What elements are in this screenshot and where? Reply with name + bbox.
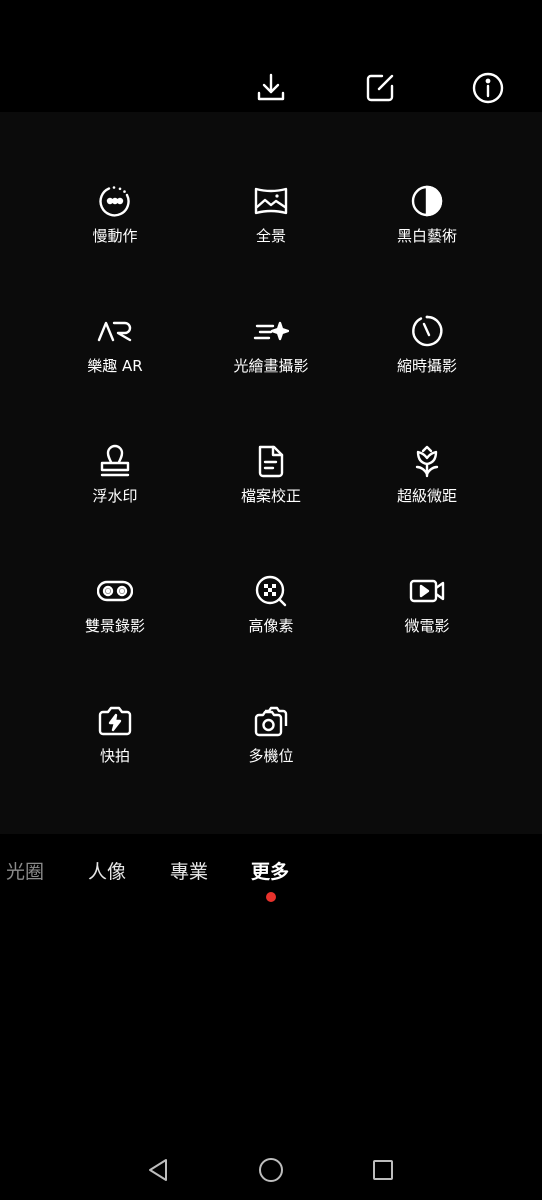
- mode-watermark[interactable]: 浮水印: [37, 442, 193, 542]
- mode-label: 雙景錄影: [84, 617, 145, 635]
- edit-icon: [366, 74, 394, 102]
- dual-view-icon: [96, 572, 134, 610]
- top-toolbar: [0, 0, 542, 112]
- edit-button[interactable]: [360, 68, 400, 108]
- mode-label: 黑白藝術: [396, 227, 457, 245]
- mode-monochrome[interactable]: 黑白藝術: [349, 182, 505, 282]
- download-icon: [257, 73, 285, 101]
- camera-mode-tabs: 光圈 人像 專業 更多: [0, 834, 542, 924]
- back-button[interactable]: [142, 1154, 174, 1186]
- home-circle-icon: [259, 1158, 283, 1182]
- mode-snapshot[interactable]: 快拍: [37, 702, 193, 802]
- time-lapse-icon: [408, 312, 446, 350]
- mode-fun-ar[interactable]: 樂趣 AR: [37, 312, 193, 412]
- tab-pro[interactable]: 專業: [170, 858, 208, 886]
- ar-icon: [96, 312, 134, 350]
- mode-time-lapse[interactable]: 縮時攝影: [349, 312, 505, 412]
- mode-label: 光繪畫攝影: [233, 357, 309, 375]
- mode-high-resolution[interactable]: 高像素: [193, 572, 349, 672]
- mode-multi-camera[interactable]: 多機位: [193, 702, 349, 802]
- slow-motion-icon: [96, 182, 134, 220]
- mode-document-correction[interactable]: 檔案校正: [193, 442, 349, 542]
- tab-portrait[interactable]: 人像: [88, 858, 126, 886]
- watermark-stamp-icon: [96, 442, 134, 480]
- mode-label: 全景: [255, 227, 286, 245]
- multi-camera-icon: [252, 702, 290, 740]
- home-button[interactable]: [255, 1154, 287, 1186]
- recents-square-icon: [373, 1160, 393, 1180]
- high-resolution-icon: [252, 572, 290, 610]
- mode-label: 超級微距: [396, 487, 457, 505]
- mode-label: 高像素: [248, 617, 294, 635]
- super-macro-flower-icon: [408, 442, 446, 480]
- light-painting-icon: [252, 312, 290, 350]
- download-button[interactable]: [251, 68, 291, 108]
- panorama-icon: [252, 182, 290, 220]
- info-icon: [472, 72, 504, 104]
- mode-label: 檔案校正: [240, 487, 301, 505]
- back-triangle-icon: [149, 1159, 167, 1181]
- mode-label: 快拍: [99, 747, 130, 765]
- tab-aperture[interactable]: 光圈: [6, 858, 44, 886]
- mode-label: 縮時攝影: [396, 357, 457, 375]
- mode-light-painting[interactable]: 光繪畫攝影: [193, 312, 349, 412]
- micro-movie-icon: [408, 572, 446, 610]
- tab-more[interactable]: 更多: [251, 858, 289, 886]
- system-navigation-bar: [0, 1140, 542, 1200]
- recents-button[interactable]: [367, 1154, 399, 1186]
- snapshot-camera-icon: [96, 702, 134, 740]
- mode-slow-motion[interactable]: 慢動作: [37, 182, 193, 282]
- mode-dual-view[interactable]: 雙景錄影: [37, 572, 193, 672]
- mode-micro-movie[interactable]: 微電影: [349, 572, 505, 672]
- active-tab-indicator: [266, 892, 276, 902]
- mode-label: 浮水印: [92, 487, 138, 505]
- monochrome-icon: [408, 182, 446, 220]
- more-modes-panel: 慢動作 全景 黑白藝術 樂趣 AR 光繪畫攝影 縮時攝影 浮水印 檔案校正 超級…: [0, 112, 542, 834]
- mode-label: 樂趣 AR: [87, 357, 143, 375]
- mode-super-macro[interactable]: 超級微距: [349, 442, 505, 542]
- document-scan-icon: [252, 442, 290, 480]
- info-button[interactable]: [468, 68, 508, 108]
- mode-label: 慢動作: [92, 227, 138, 245]
- mode-panorama[interactable]: 全景: [193, 182, 349, 282]
- mode-label: 微電影: [404, 617, 450, 635]
- mode-label: 多機位: [248, 747, 294, 765]
